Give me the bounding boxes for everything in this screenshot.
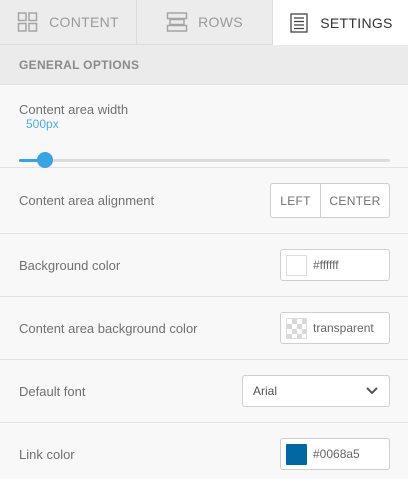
- alignment-label: Content area alignment: [19, 193, 155, 208]
- alignment-toggle: LEFT CENTER: [270, 183, 390, 218]
- tab-rows[interactable]: ROWS: [137, 0, 273, 44]
- content-bg-color-value: transparent: [313, 321, 374, 335]
- chevron-down-icon: [365, 384, 379, 398]
- default-font-row: Default font Arial: [0, 360, 408, 423]
- transparent-swatch: [286, 317, 307, 339]
- link-color-label: Link color: [19, 446, 75, 462]
- tab-bar: CONTENT ROWS SETTINGS: [0, 0, 408, 45]
- default-font-select[interactable]: Arial: [242, 375, 390, 407]
- content-width-slider[interactable]: [19, 152, 390, 168]
- alignment-row: Content area alignment LEFT CENTER: [0, 168, 408, 234]
- background-color-swatch: [286, 254, 307, 276]
- background-color-value: #ffffff: [313, 258, 339, 272]
- tab-content[interactable]: CONTENT: [0, 0, 137, 44]
- content-bg-color-label: Content area background color: [19, 320, 198, 336]
- section-title: GENERAL OPTIONS: [19, 57, 140, 72]
- default-font-label: Default font: [19, 383, 86, 399]
- content-bg-color-row: Content area background color transparen…: [0, 297, 408, 360]
- settings-panel: CONTENT ROWS SETTINGS GENERAL OPTIONS Co…: [0, 0, 408, 479]
- background-color-picker[interactable]: #ffffff: [280, 249, 390, 281]
- link-color-value: #0068a5: [313, 447, 360, 461]
- background-color-row: Background color #ffffff: [0, 234, 408, 297]
- default-font-value: Arial: [253, 384, 278, 398]
- tab-content-label: CONTENT: [49, 14, 119, 30]
- align-center-button[interactable]: CENTER: [321, 184, 389, 217]
- link-color-row: Link color #0068a5: [0, 423, 408, 479]
- document-icon: [288, 12, 310, 33]
- link-color-picker[interactable]: #0068a5: [280, 438, 390, 470]
- link-color-swatch: [286, 443, 307, 465]
- tab-settings[interactable]: SETTINGS: [273, 0, 408, 45]
- content-width-row: Content area width 500px: [0, 85, 408, 168]
- content-bg-color-picker[interactable]: transparent: [280, 312, 390, 344]
- align-left-button[interactable]: LEFT: [271, 184, 321, 217]
- content-width-value: 500px: [26, 117, 59, 131]
- rows-icon: [166, 12, 188, 32]
- section-header: GENERAL OPTIONS: [0, 45, 408, 85]
- slider-thumb[interactable]: [36, 152, 53, 168]
- content-width-label: Content area width: [19, 102, 129, 117]
- tab-settings-label: SETTINGS: [320, 14, 393, 31]
- background-color-label: Background color: [19, 257, 121, 273]
- tab-rows-label: ROWS: [198, 14, 243, 30]
- grid-icon: [17, 12, 39, 32]
